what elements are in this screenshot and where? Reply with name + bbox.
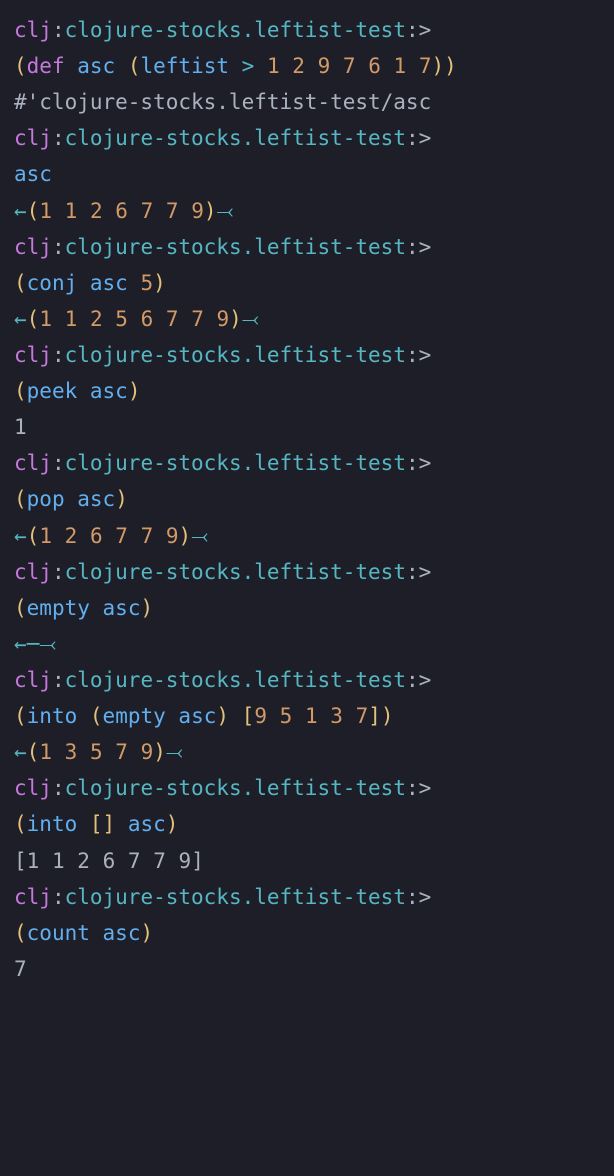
- prompt-ns: clojure-stocks.leftist-test: [65, 18, 406, 42]
- output-var: #'clojure-stocks.leftist-test/asc: [14, 90, 431, 114]
- input-asc: asc: [14, 162, 52, 186]
- prompt-line: clj:clojure-stocks.leftist-test:>: [14, 126, 431, 150]
- prompt-line: clj:clojure-stocks.leftist-test:>: [14, 885, 431, 909]
- input-pop: (pop asc): [14, 487, 128, 511]
- output-asc: ←(1 1 2 6 7 7 9)⤙: [14, 199, 233, 223]
- output-into-vec: [1 1 2 6 7 7 9]: [14, 849, 204, 873]
- input-into-empty: (into (empty asc) [9 5 1 3 7]): [14, 704, 394, 728]
- prompt-line: clj:clojure-stocks.leftist-test:>: [14, 343, 431, 367]
- output-into-empty: ←(1 3 5 7 9)⤙: [14, 740, 183, 764]
- prompt-clj: clj: [14, 18, 52, 42]
- output-count: 7: [14, 957, 27, 981]
- input-def: (def asc (leftist > 1 2 9 7 6 1 7)): [14, 54, 457, 78]
- output-pop: ←(1 2 6 7 7 9)⤙: [14, 524, 208, 548]
- input-peek: (peek asc): [14, 379, 140, 403]
- prompt-line: clj:clojure-stocks.leftist-test:>: [14, 235, 431, 259]
- input-count: (count asc): [14, 921, 153, 945]
- prompt-line: clj:clojure-stocks.leftist-test:>: [14, 451, 431, 475]
- prompt-line: clj:clojure-stocks.leftist-test:>: [14, 18, 431, 42]
- output-empty: ←─⤙: [14, 632, 56, 656]
- prompt-line: clj:clojure-stocks.leftist-test:>: [14, 560, 431, 584]
- prompt-line: clj:clojure-stocks.leftist-test:>: [14, 668, 431, 692]
- output-conj: ←(1 1 2 5 6 7 7 9)⤙: [14, 307, 259, 331]
- input-conj: (conj asc 5): [14, 271, 166, 295]
- input-empty: (empty asc): [14, 596, 153, 620]
- output-peek: 1: [14, 415, 27, 439]
- input-into-vec: (into [] asc): [14, 812, 178, 836]
- prompt-line: clj:clojure-stocks.leftist-test:>: [14, 776, 431, 800]
- repl-output: clj:clojure-stocks.leftist-test:> (def a…: [0, 0, 614, 999]
